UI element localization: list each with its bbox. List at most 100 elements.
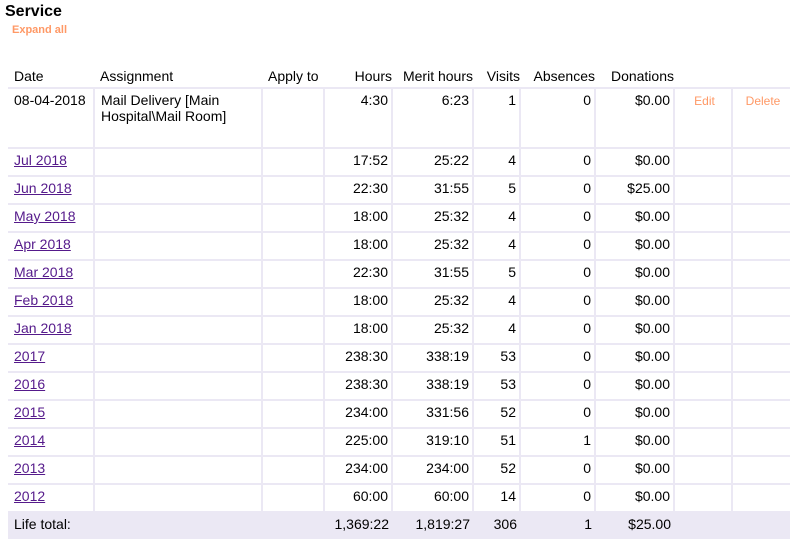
total-hours: 1,369:22 [324,512,392,539]
period-link[interactable]: 2013 [14,460,45,476]
row-merit-hours: 25:32 [391,288,473,317]
row-edit-cell [673,288,732,317]
row-delete-cell [731,232,790,261]
row-absences: 0 [519,316,595,345]
row-donations: $0.00 [594,288,674,317]
table-row: Jan 2018 18:00 25:32 4 0 $0.00 [8,316,790,345]
row-date: 08-04-2018 [8,87,94,149]
row-apply-to [261,232,324,261]
period-cell: 2014 [8,428,94,457]
header-absences: Absences [533,68,595,84]
row-donations: $0.00 [594,148,674,177]
row-merit-hours: 31:55 [391,176,473,205]
header-visits: Visits [486,68,520,84]
row-visits: 5 [472,260,520,289]
period-cell: Apr 2018 [8,232,94,261]
row-hours: 22:30 [323,260,392,289]
table-row: 08-04-2018 Mail Delivery [Main Hospital\… [8,87,790,149]
row-assignment [93,232,262,261]
row-assignment: Mail Delivery [Main Hospital\Mail Room] [93,87,262,149]
header-apply-to: Apply to [268,68,319,84]
row-donations: $0.00 [594,316,674,345]
row-edit-cell [673,260,732,289]
row-donations: $0.00 [594,204,674,233]
row-apply-to [261,344,324,373]
period-link[interactable]: Feb 2018 [14,292,73,308]
row-delete-cell [731,260,790,289]
expand-all-link[interactable]: Expand all [12,23,67,37]
row-hours: 225:00 [323,428,392,457]
row-absences: 0 [519,204,595,233]
period-cell: Jun 2018 [8,176,94,205]
header-date: Date [14,68,44,84]
row-visits: 51 [472,428,520,457]
row-absences: 0 [519,456,595,485]
period-link[interactable]: Mar 2018 [14,264,73,280]
row-assignment [93,456,262,485]
period-cell: Jan 2018 [8,316,94,345]
row-assignment [93,344,262,373]
row-donations: $0.00 [594,428,674,457]
row-delete-cell [731,400,790,429]
period-link[interactable]: 2012 [14,488,45,504]
row-absences: 1 [519,428,595,457]
row-apply-to [261,372,324,401]
row-absences: 0 [519,87,595,149]
row-merit-hours: 338:19 [391,372,473,401]
total-donations: $25.00 [595,512,674,539]
delete-link[interactable]: Delete [746,94,781,108]
row-merit-hours: 60:00 [391,484,473,513]
period-link[interactable]: 2017 [14,348,45,364]
row-edit-cell [673,456,732,485]
row-delete-cell [731,428,790,457]
table-row: Feb 2018 18:00 25:32 4 0 $0.00 [8,288,790,317]
period-link[interactable]: Jul 2018 [14,152,67,168]
row-visits: 52 [472,400,520,429]
row-hours: 60:00 [323,484,392,513]
table-header-row: Date Assignment Apply to Hours Merit hou… [8,48,790,88]
period-link[interactable]: 2016 [14,376,45,392]
row-delete-cell [731,316,790,345]
row-merit-hours: 25:32 [391,232,473,261]
row-edit-cell [673,316,732,345]
row-apply-to [261,428,324,457]
period-link[interactable]: Apr 2018 [14,236,71,252]
period-cell: Feb 2018 [8,288,94,317]
row-apply-to [261,456,324,485]
row-delete-cell [731,204,790,233]
row-absences: 0 [519,484,595,513]
total-spacer-delete [732,512,790,539]
period-link[interactable]: May 2018 [14,208,75,224]
row-merit-hours: 25:32 [391,204,473,233]
period-link[interactable]: Jun 2018 [14,180,72,196]
period-link[interactable]: 2015 [14,404,45,420]
header-assignment: Assignment [100,68,174,84]
edit-link[interactable]: Edit [694,94,715,108]
period-link[interactable]: 2014 [14,432,45,448]
row-visits: 53 [472,344,520,373]
header-edit-spacer [674,48,732,88]
row-absences: 0 [519,148,595,177]
row-delete-cell [731,456,790,485]
row-visits: 4 [472,204,520,233]
row-absences: 0 [519,372,595,401]
row-hours: 238:30 [323,344,392,373]
row-merit-hours: 319:10 [391,428,473,457]
row-delete-cell [731,372,790,401]
row-donations: $0.00 [594,372,674,401]
table-row: Jun 2018 22:30 31:55 5 0 $25.00 [8,176,790,205]
period-link[interactable]: Jan 2018 [14,320,72,336]
table-row: May 2018 18:00 25:32 4 0 $0.00 [8,204,790,233]
table-row: Jul 2018 17:52 25:22 4 0 $0.00 [8,148,790,177]
row-hours: 18:00 [323,232,392,261]
header-hours: Hours [354,68,392,84]
row-hours: 18:00 [323,288,392,317]
row-donations: $0.00 [594,484,674,513]
row-merit-hours: 234:00 [391,456,473,485]
table-row: 2015 234:00 331:56 52 0 $0.00 [8,400,790,429]
period-cell: 2015 [8,400,94,429]
total-spacer-apply [262,512,324,539]
edit-cell: Edit [673,87,732,149]
row-assignment [93,484,262,513]
row-visits: 4 [472,148,520,177]
